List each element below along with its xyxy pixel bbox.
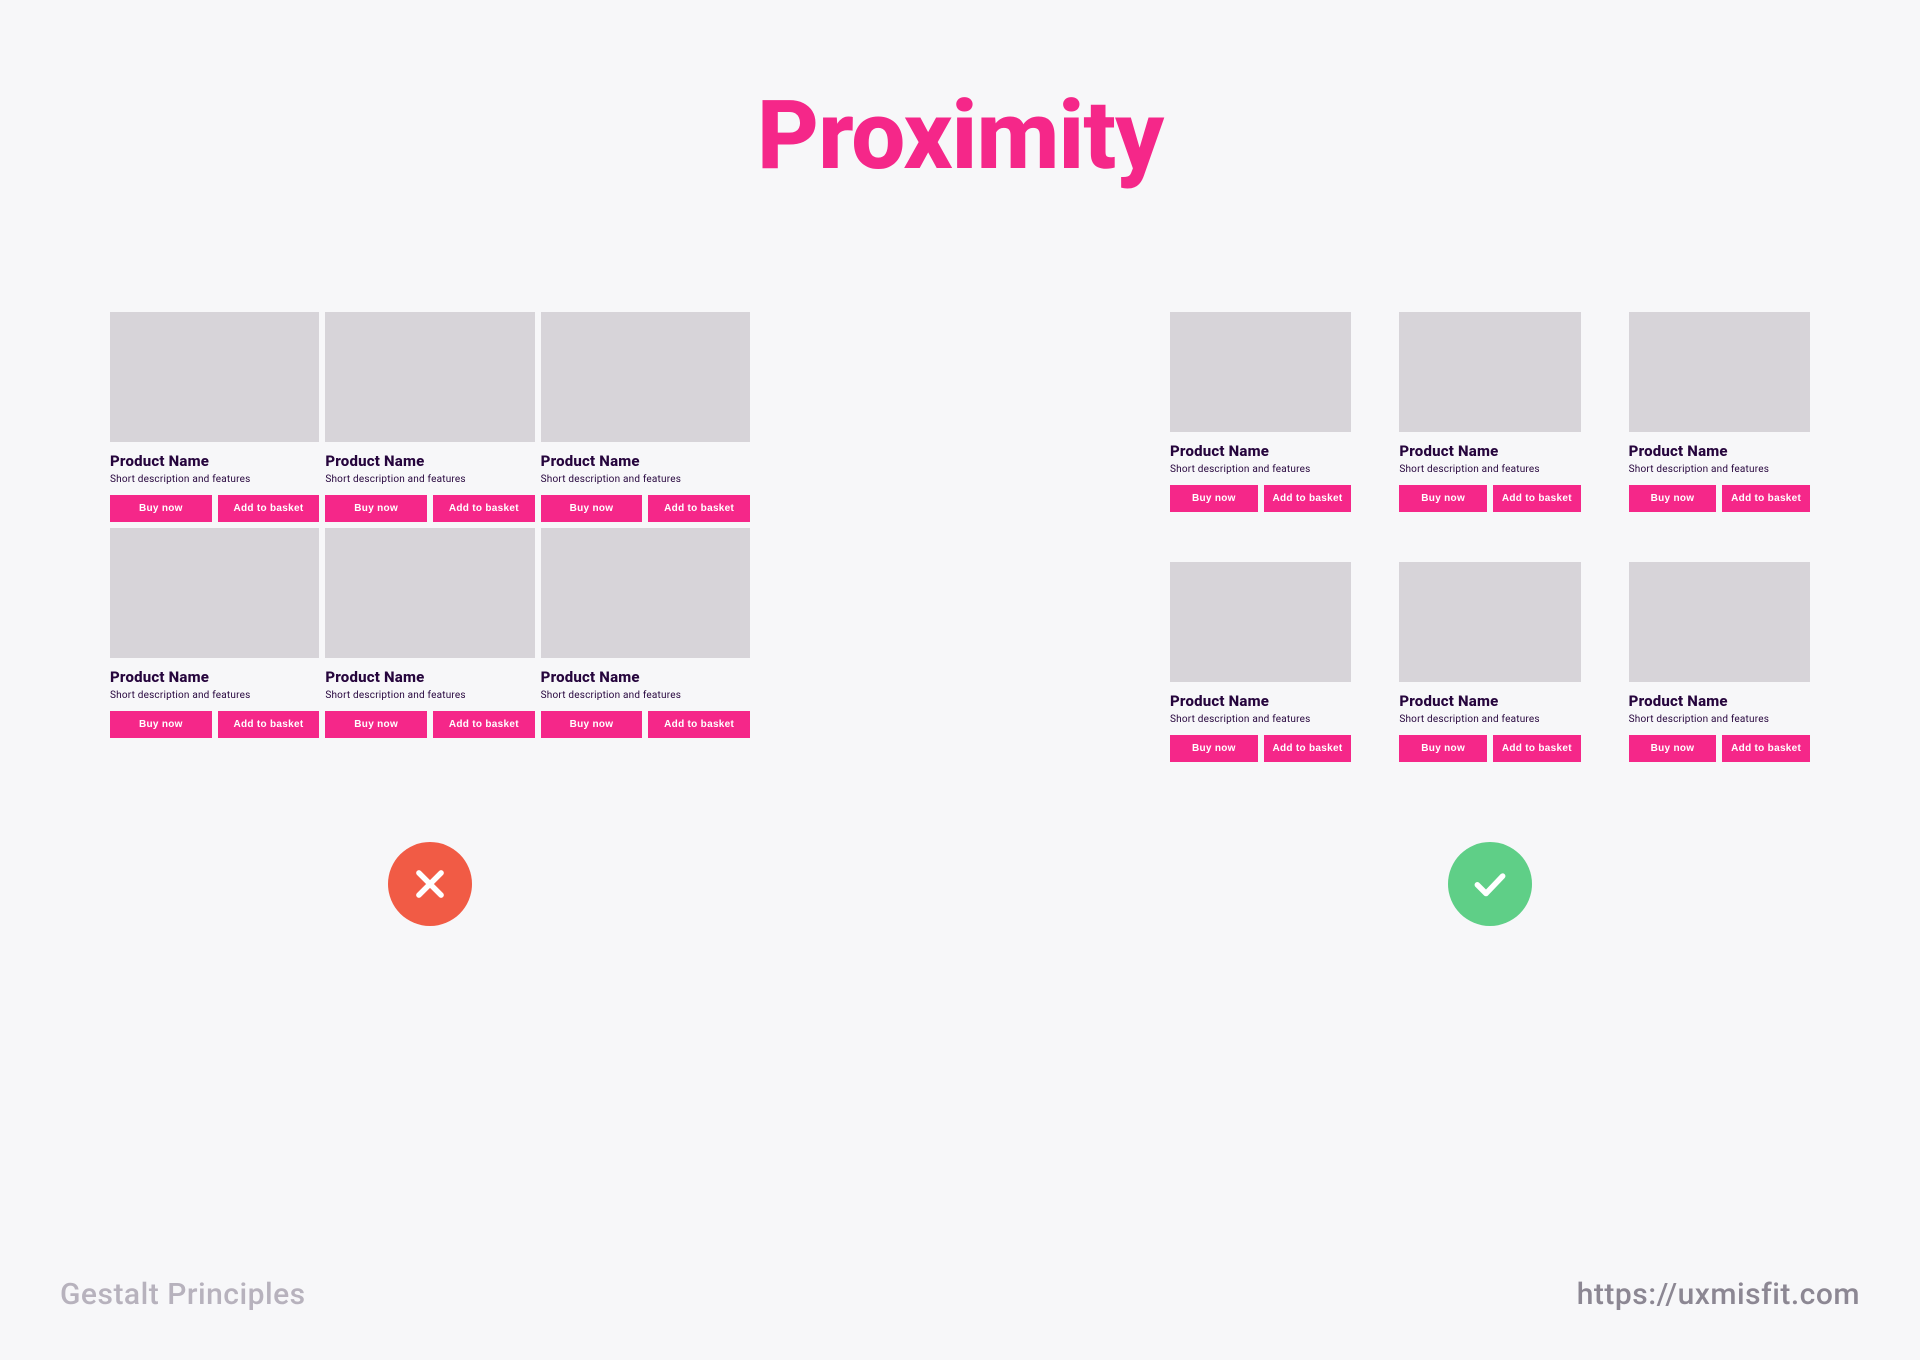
product-name: Product Name bbox=[325, 452, 534, 470]
product-card: Product Name Short description and featu… bbox=[541, 312, 750, 522]
page-title: Proximity bbox=[0, 80, 1920, 192]
product-description: Short description and features bbox=[110, 474, 319, 485]
buy-now-button[interactable]: Buy now bbox=[325, 711, 427, 738]
product-button-row: Buy now Add to basket bbox=[1399, 485, 1580, 512]
good-example-grid: Product Name Short description and featu… bbox=[1170, 312, 1810, 762]
add-to-basket-button[interactable]: Add to basket bbox=[1264, 735, 1352, 762]
buy-now-button[interactable]: Buy now bbox=[541, 711, 643, 738]
product-name: Product Name bbox=[1399, 442, 1580, 460]
product-card: Product Name Short description and featu… bbox=[1399, 312, 1580, 512]
product-description: Short description and features bbox=[1629, 464, 1810, 475]
product-card: Product Name Short description and featu… bbox=[1629, 562, 1810, 762]
comparison-columns: Product Name Short description and featu… bbox=[0, 312, 1920, 762]
product-card: Product Name Short description and featu… bbox=[1399, 562, 1580, 762]
buy-now-button[interactable]: Buy now bbox=[1399, 485, 1487, 512]
product-name: Product Name bbox=[1170, 692, 1351, 710]
add-to-basket-button[interactable]: Add to basket bbox=[1264, 485, 1352, 512]
bad-badge bbox=[388, 842, 472, 926]
product-button-row: Buy now Add to basket bbox=[110, 495, 319, 522]
product-name: Product Name bbox=[1629, 692, 1810, 710]
product-button-row: Buy now Add to basket bbox=[1629, 735, 1810, 762]
product-card: Product Name Short description and featu… bbox=[1629, 312, 1810, 512]
product-name: Product Name bbox=[541, 668, 750, 686]
product-description: Short description and features bbox=[325, 474, 534, 485]
product-description: Short description and features bbox=[1170, 464, 1351, 475]
good-example-column: Product Name Short description and featu… bbox=[1170, 312, 1810, 762]
product-image-placeholder bbox=[1629, 312, 1810, 432]
product-description: Short description and features bbox=[541, 690, 750, 701]
product-button-row: Buy now Add to basket bbox=[110, 711, 319, 738]
footer-label-right: https://uxmisfit.com bbox=[1577, 1277, 1860, 1312]
product-button-row: Buy now Add to basket bbox=[325, 711, 534, 738]
buy-now-button[interactable]: Buy now bbox=[110, 495, 212, 522]
good-badge bbox=[1448, 842, 1532, 926]
product-image-placeholder bbox=[110, 528, 319, 658]
add-to-basket-button[interactable]: Add to basket bbox=[1493, 735, 1581, 762]
product-description: Short description and features bbox=[541, 474, 750, 485]
buy-now-button[interactable]: Buy now bbox=[1170, 485, 1258, 512]
product-image-placeholder bbox=[1170, 562, 1351, 682]
product-description: Short description and features bbox=[110, 690, 319, 701]
product-name: Product Name bbox=[1399, 692, 1580, 710]
bad-example-column: Product Name Short description and featu… bbox=[110, 312, 750, 762]
add-to-basket-button[interactable]: Add to basket bbox=[648, 711, 750, 738]
product-name: Product Name bbox=[541, 452, 750, 470]
product-button-row: Buy now Add to basket bbox=[541, 495, 750, 522]
footer-label-left: Gestalt Principles bbox=[60, 1277, 306, 1312]
add-to-basket-button[interactable]: Add to basket bbox=[218, 711, 320, 738]
product-card: Product Name Short description and featu… bbox=[1170, 312, 1351, 512]
product-image-placeholder bbox=[1399, 312, 1580, 432]
add-to-basket-button[interactable]: Add to basket bbox=[433, 495, 535, 522]
add-to-basket-button[interactable]: Add to basket bbox=[1722, 485, 1810, 512]
product-name: Product Name bbox=[110, 452, 319, 470]
product-description: Short description and features bbox=[1629, 714, 1810, 725]
cross-icon bbox=[411, 865, 449, 903]
buy-now-button[interactable]: Buy now bbox=[1399, 735, 1487, 762]
product-button-row: Buy now Add to basket bbox=[1170, 485, 1351, 512]
product-description: Short description and features bbox=[1170, 714, 1351, 725]
add-to-basket-button[interactable]: Add to basket bbox=[218, 495, 320, 522]
buy-now-button[interactable]: Buy now bbox=[325, 495, 427, 522]
add-to-basket-button[interactable]: Add to basket bbox=[433, 711, 535, 738]
buy-now-button[interactable]: Buy now bbox=[1629, 735, 1717, 762]
product-name: Product Name bbox=[1629, 442, 1810, 460]
product-image-placeholder bbox=[541, 528, 750, 658]
check-icon bbox=[1471, 865, 1509, 903]
product-card: Product Name Short description and featu… bbox=[325, 528, 534, 738]
buy-now-button[interactable]: Buy now bbox=[541, 495, 643, 522]
product-button-row: Buy now Add to basket bbox=[541, 711, 750, 738]
buy-now-button[interactable]: Buy now bbox=[110, 711, 212, 738]
product-button-row: Buy now Add to basket bbox=[1170, 735, 1351, 762]
product-card: Product Name Short description and featu… bbox=[110, 312, 319, 522]
product-description: Short description and features bbox=[1399, 714, 1580, 725]
product-name: Product Name bbox=[1170, 442, 1351, 460]
product-image-placeholder bbox=[541, 312, 750, 442]
product-image-placeholder bbox=[110, 312, 319, 442]
product-card: Product Name Short description and featu… bbox=[110, 528, 319, 738]
buy-now-button[interactable]: Buy now bbox=[1170, 735, 1258, 762]
product-image-placeholder bbox=[1170, 312, 1351, 432]
product-button-row: Buy now Add to basket bbox=[325, 495, 534, 522]
bad-example-grid: Product Name Short description and featu… bbox=[110, 312, 750, 738]
product-image-placeholder bbox=[1399, 562, 1580, 682]
add-to-basket-button[interactable]: Add to basket bbox=[1722, 735, 1810, 762]
product-card: Product Name Short description and featu… bbox=[325, 312, 534, 522]
product-name: Product Name bbox=[110, 668, 319, 686]
product-image-placeholder bbox=[1629, 562, 1810, 682]
buy-now-button[interactable]: Buy now bbox=[1629, 485, 1717, 512]
product-card: Product Name Short description and featu… bbox=[541, 528, 750, 738]
product-description: Short description and features bbox=[325, 690, 534, 701]
product-button-row: Buy now Add to basket bbox=[1629, 485, 1810, 512]
add-to-basket-button[interactable]: Add to basket bbox=[648, 495, 750, 522]
product-card: Product Name Short description and featu… bbox=[1170, 562, 1351, 762]
product-button-row: Buy now Add to basket bbox=[1399, 735, 1580, 762]
product-image-placeholder bbox=[325, 528, 534, 658]
add-to-basket-button[interactable]: Add to basket bbox=[1493, 485, 1581, 512]
product-name: Product Name bbox=[325, 668, 534, 686]
product-description: Short description and features bbox=[1399, 464, 1580, 475]
status-badges-row bbox=[0, 842, 1920, 926]
product-image-placeholder bbox=[325, 312, 534, 442]
